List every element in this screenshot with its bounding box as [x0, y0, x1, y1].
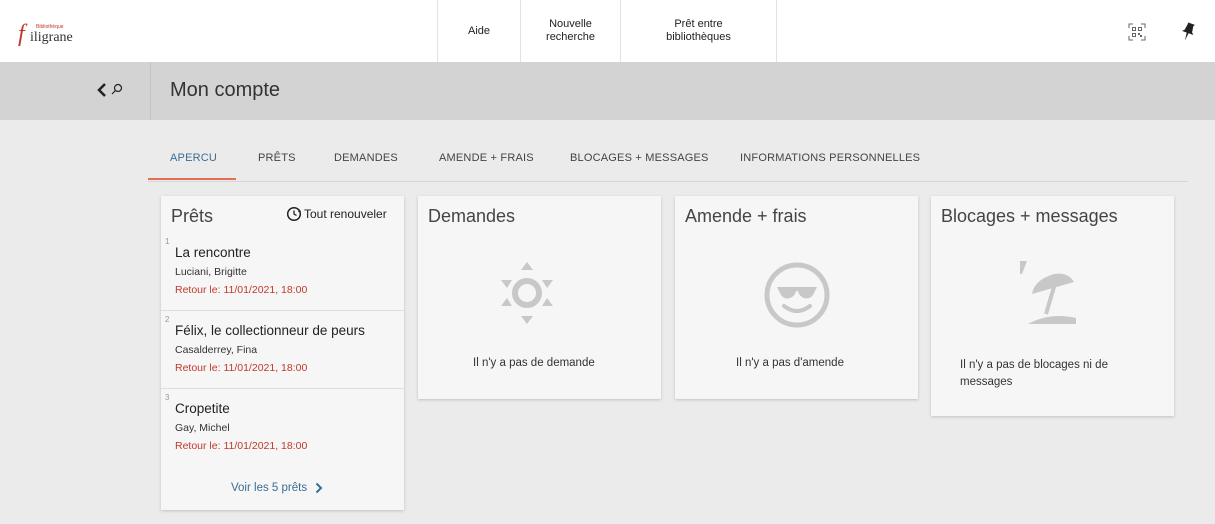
blocks-messages-card: Blocages + messages Il n'y a pas de bloc…	[931, 196, 1174, 416]
loans-card: Prêts Tout renouveler 1 La rencontre Luc…	[161, 196, 404, 510]
loan-item[interactable]: 3 Cropetite Gay, Michel Retour le: 11/01…	[161, 389, 404, 466]
nav-new-search-label-line1: Nouvelle	[549, 18, 592, 30]
nav-interlibrary-loan[interactable]: Prêt entre bibliothèques	[620, 0, 777, 62]
requests-card: Demandes Il n'y a pas de demande	[418, 196, 661, 399]
fines-title: Amende + frais	[685, 206, 807, 226]
blocks-messages-empty-line1: Il n'y a pas de blocages ni de	[960, 359, 1108, 371]
nav-help-label: Aide	[467, 24, 491, 37]
loan-item[interactable]: 1 La rencontre Luciani, Brigitte Retour …	[161, 233, 404, 311]
tab-informations-personnelles[interactable]: INFORMATIONS PERSONNELLES	[740, 152, 920, 164]
loans-title: Prêts	[171, 206, 214, 226]
fines-card: Amende + frais Il n'y a pas d'amende	[675, 196, 918, 399]
account-tabs: APERCU PRÊTS DEMANDES AMENDE + FRAIS BLO…	[148, 140, 1188, 182]
active-tab-indicator	[148, 178, 236, 180]
nav-new-search-label-line2: recherche	[546, 31, 595, 43]
loan-author: Gay, Michel	[175, 422, 230, 434]
nav-interlibrary-loan-label-line1: Prêt entre	[674, 18, 723, 30]
loan-number: 1	[165, 237, 170, 246]
page-title: Mon compte	[170, 79, 281, 101]
loan-author: Casalderrey, Fina	[175, 344, 258, 356]
fines-empty-message: Il n'y a pas d'amende	[736, 357, 844, 369]
nav-interlibrary-loan-label-line2: bibliothèques	[666, 31, 731, 43]
blocks-messages-empty-message: Il n'y a pas de blocages ni de messages	[960, 357, 1108, 391]
sunglasses-smiley-icon	[762, 260, 832, 335]
top-bar: Bibliothèque f iligrane Aide Nouvelle re…	[0, 0, 1215, 62]
header-left-panel	[0, 62, 151, 120]
blocks-messages-title: Blocages + messages	[941, 206, 1118, 226]
chevron-right-icon	[315, 482, 323, 494]
loan-due-date: Retour le: 11/01/2021, 18:00	[175, 440, 308, 452]
renew-clock-icon	[286, 206, 302, 222]
tab-demandes[interactable]: DEMANDES	[334, 152, 398, 164]
logo-name: iligrane	[30, 30, 73, 45]
beach-umbrella-icon	[1018, 258, 1088, 333]
tab-amende-frais[interactable]: AMENDE + FRAIS	[439, 152, 534, 164]
qr-code-icon[interactable]	[1128, 23, 1146, 41]
loan-author: Luciani, Brigitte	[175, 266, 247, 278]
tab-blocages-messages[interactable]: BLOCAGES + MESSAGES	[570, 152, 709, 164]
renew-all-button[interactable]: Tout renouveler	[286, 206, 387, 222]
loan-due-date: Retour le: 11/01/2021, 18:00	[175, 284, 308, 296]
loan-title[interactable]: La rencontre	[175, 245, 251, 260]
nav-new-search[interactable]: Nouvelle recherche	[520, 0, 620, 62]
sun-icon	[499, 260, 555, 331]
loan-due-date: Retour le: 11/01/2021, 18:00	[175, 362, 308, 374]
loan-number: 2	[165, 315, 170, 324]
renew-all-label: Tout renouveler	[304, 207, 387, 221]
loan-number: 3	[165, 393, 170, 402]
loan-item[interactable]: 2 Félix, le collectionneur de peurs Casa…	[161, 311, 404, 389]
view-all-loans-label: Voir les 5 prêts	[231, 482, 308, 494]
loan-title[interactable]: Cropetite	[175, 401, 230, 416]
requests-empty-message: Il n'y a pas de demande	[473, 357, 595, 369]
logo-f-letter: f	[18, 21, 25, 47]
tab-prets[interactable]: PRÊTS	[258, 152, 296, 164]
tab-apercu[interactable]: APERCU	[170, 152, 217, 164]
loan-title[interactable]: Félix, le collectionneur de peurs	[175, 323, 365, 338]
library-logo[interactable]: Bibliothèque f iligrane	[12, 14, 92, 50]
nav-help[interactable]: Aide	[437, 0, 520, 62]
view-all-loans-link[interactable]: Voir les 5 prêts	[231, 482, 323, 494]
blocks-messages-empty-line2: messages	[960, 376, 1013, 388]
back-search-icon[interactable]	[97, 82, 127, 98]
page-header: Mon compte	[0, 62, 1215, 120]
pin-icon[interactable]	[1180, 22, 1196, 42]
requests-title: Demandes	[428, 206, 516, 226]
